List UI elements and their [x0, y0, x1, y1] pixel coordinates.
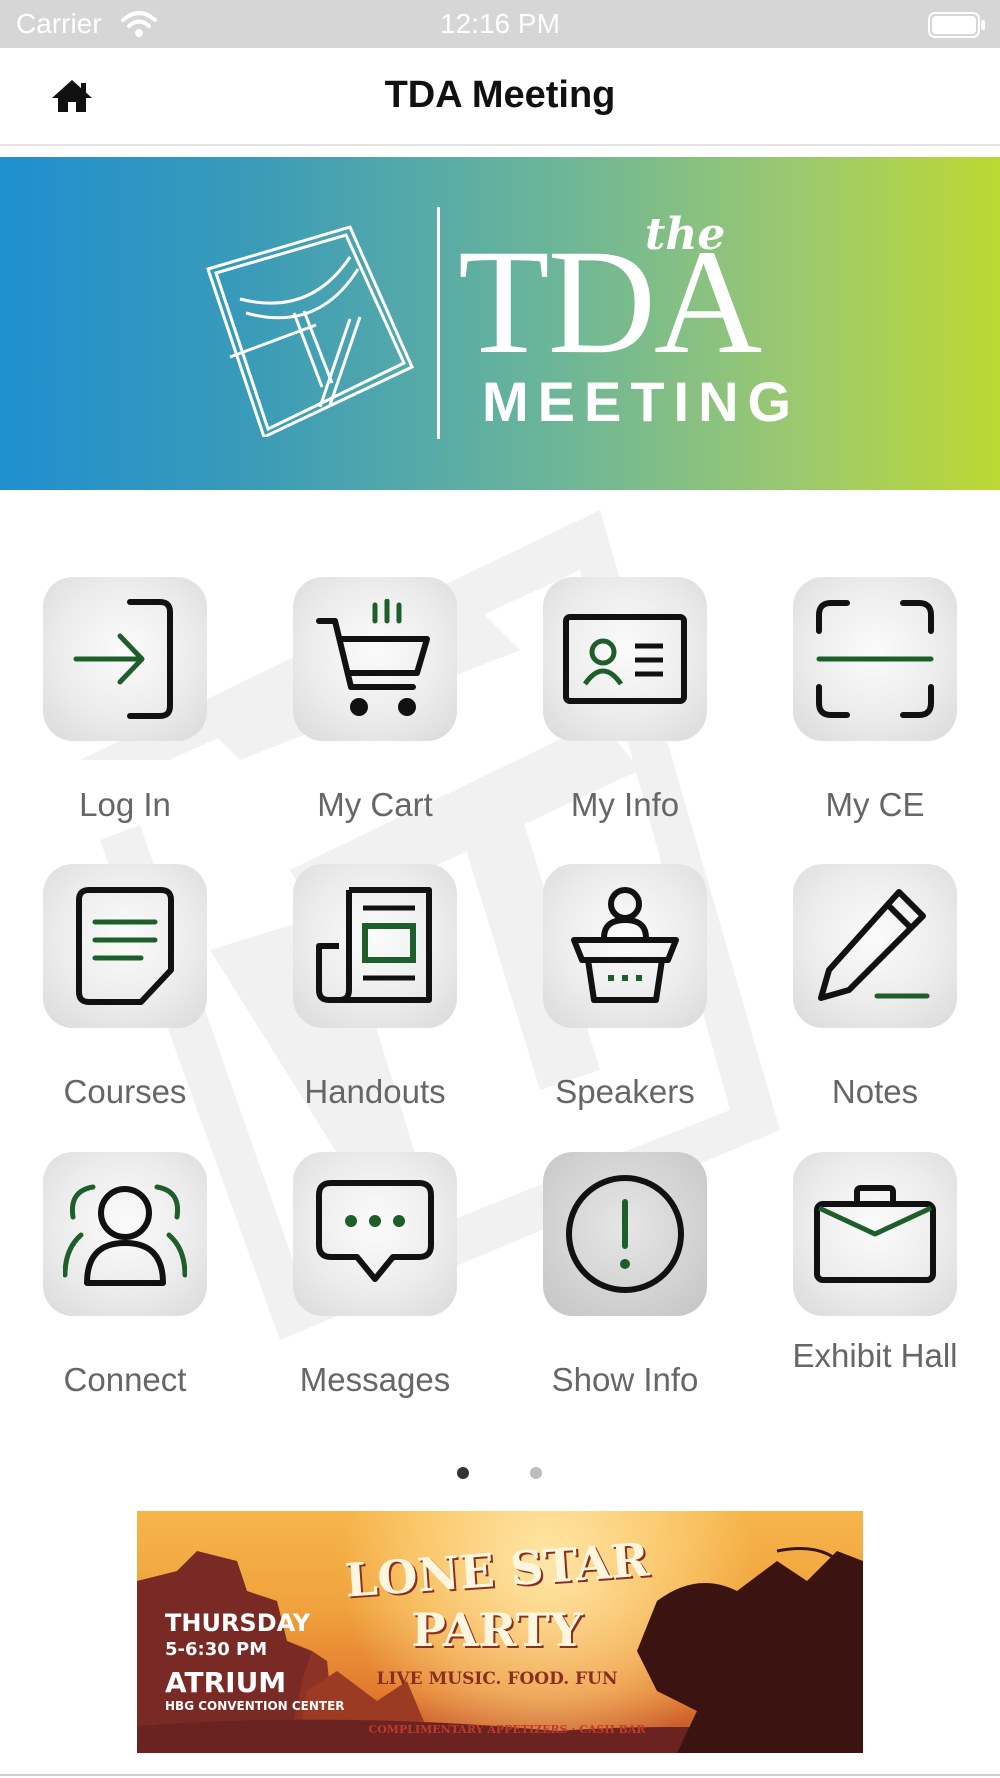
id-card-icon	[563, 614, 687, 704]
courses-button[interactable]	[43, 864, 207, 1028]
tile-my-ce[interactable]: My CE	[793, 577, 957, 829]
tile-label: Messages	[299, 1361, 451, 1398]
ad-venue: HBG CONVENTION CENTER	[165, 1699, 345, 1713]
status-bar: Carrier 12:16 PM	[0, 0, 1000, 48]
tile-label: Handouts	[304, 1073, 446, 1110]
document-icon	[76, 887, 174, 1005]
banner-tda-text: TDA	[458, 219, 762, 385]
log-in-icon	[73, 599, 173, 719]
connect-button[interactable]	[43, 1152, 207, 1316]
banner-divider	[437, 207, 440, 439]
show-info-button[interactable]	[543, 1152, 707, 1316]
people-icon	[63, 1184, 187, 1286]
ad-title-line2: PARTY	[411, 1603, 583, 1657]
notes-button[interactable]	[793, 864, 957, 1028]
podium-icon	[571, 887, 679, 1003]
my-info-button[interactable]	[543, 577, 707, 741]
status-time: 12:16 PM	[440, 8, 560, 39]
ad-place: ATRIUM	[165, 1666, 287, 1699]
scan-icon	[816, 600, 934, 718]
tile-exhibit-hall[interactable]: Exhibit Hall	[792, 1152, 958, 1380]
tile-speakers[interactable]: Speakers	[543, 864, 707, 1116]
ad-time: 5-6:30 PM	[165, 1639, 268, 1660]
page-title: TDA Meeting	[384, 74, 616, 116]
my-cart-button[interactable]	[293, 577, 457, 741]
pencil-icon	[818, 889, 930, 1001]
tile-handouts[interactable]: Handouts	[293, 864, 457, 1116]
tile-notes[interactable]: Notes	[793, 864, 957, 1116]
newspaper-icon	[316, 887, 432, 1003]
tile-connect[interactable]: Connect	[43, 1152, 207, 1404]
tile-label: Exhibit Hall	[792, 1337, 958, 1374]
tile-my-info[interactable]: My Info	[543, 577, 707, 829]
my-ce-button[interactable]	[793, 577, 957, 741]
tile-courses[interactable]: Courses	[43, 864, 207, 1116]
briefcase-icon	[814, 1185, 936, 1283]
chat-icon	[316, 1180, 434, 1282]
tile-label: My Cart	[317, 786, 433, 823]
tda-logo-mark	[206, 225, 414, 437]
battery-icon	[928, 12, 985, 38]
handouts-button[interactable]	[293, 864, 457, 1028]
bottom-divider	[0, 1774, 1000, 1776]
exhibit-hall-button[interactable]	[793, 1152, 957, 1316]
tile-label: My CE	[825, 786, 925, 823]
tile-label: Log In	[79, 786, 171, 823]
banner-meeting-text: MEETING	[482, 370, 801, 433]
tile-label: Notes	[831, 1073, 919, 1110]
page-dot-active[interactable]	[457, 1467, 469, 1479]
tile-my-cart[interactable]: My Cart	[293, 577, 457, 829]
tile-messages[interactable]: Messages	[293, 1152, 457, 1404]
ad-day: THURSDAY	[165, 1609, 311, 1637]
tile-label: Connect	[63, 1361, 187, 1398]
tile-log-in[interactable]: Log In	[43, 577, 207, 829]
speakers-button[interactable]	[543, 864, 707, 1028]
tile-show-info[interactable]: Show Info	[543, 1152, 707, 1404]
cart-icon	[316, 599, 430, 716]
ad-footer: COMPLIMENTARY APPETIZERS · CASH BAR	[368, 1723, 646, 1736]
tile-label: My Info	[570, 786, 680, 823]
log-in-button[interactable]	[43, 577, 207, 741]
sponsor-ad-banner[interactable]: LONE STAR PARTY LIVE MUSIC. FOOD. FUN TH…	[137, 1511, 863, 1753]
page-dot[interactable]	[530, 1467, 542, 1479]
tile-label: Speakers	[555, 1073, 695, 1110]
tile-label: Show Info	[551, 1361, 699, 1398]
messages-button[interactable]	[293, 1152, 457, 1316]
event-banner: the TDA MEETING	[0, 157, 1000, 490]
tile-label: Courses	[63, 1073, 187, 1110]
nav-bar: TDA Meeting	[0, 48, 1000, 146]
ad-tagline: LIVE MUSIC. FOOD. FUN	[376, 1669, 618, 1689]
info-exclamation-icon	[566, 1175, 684, 1293]
